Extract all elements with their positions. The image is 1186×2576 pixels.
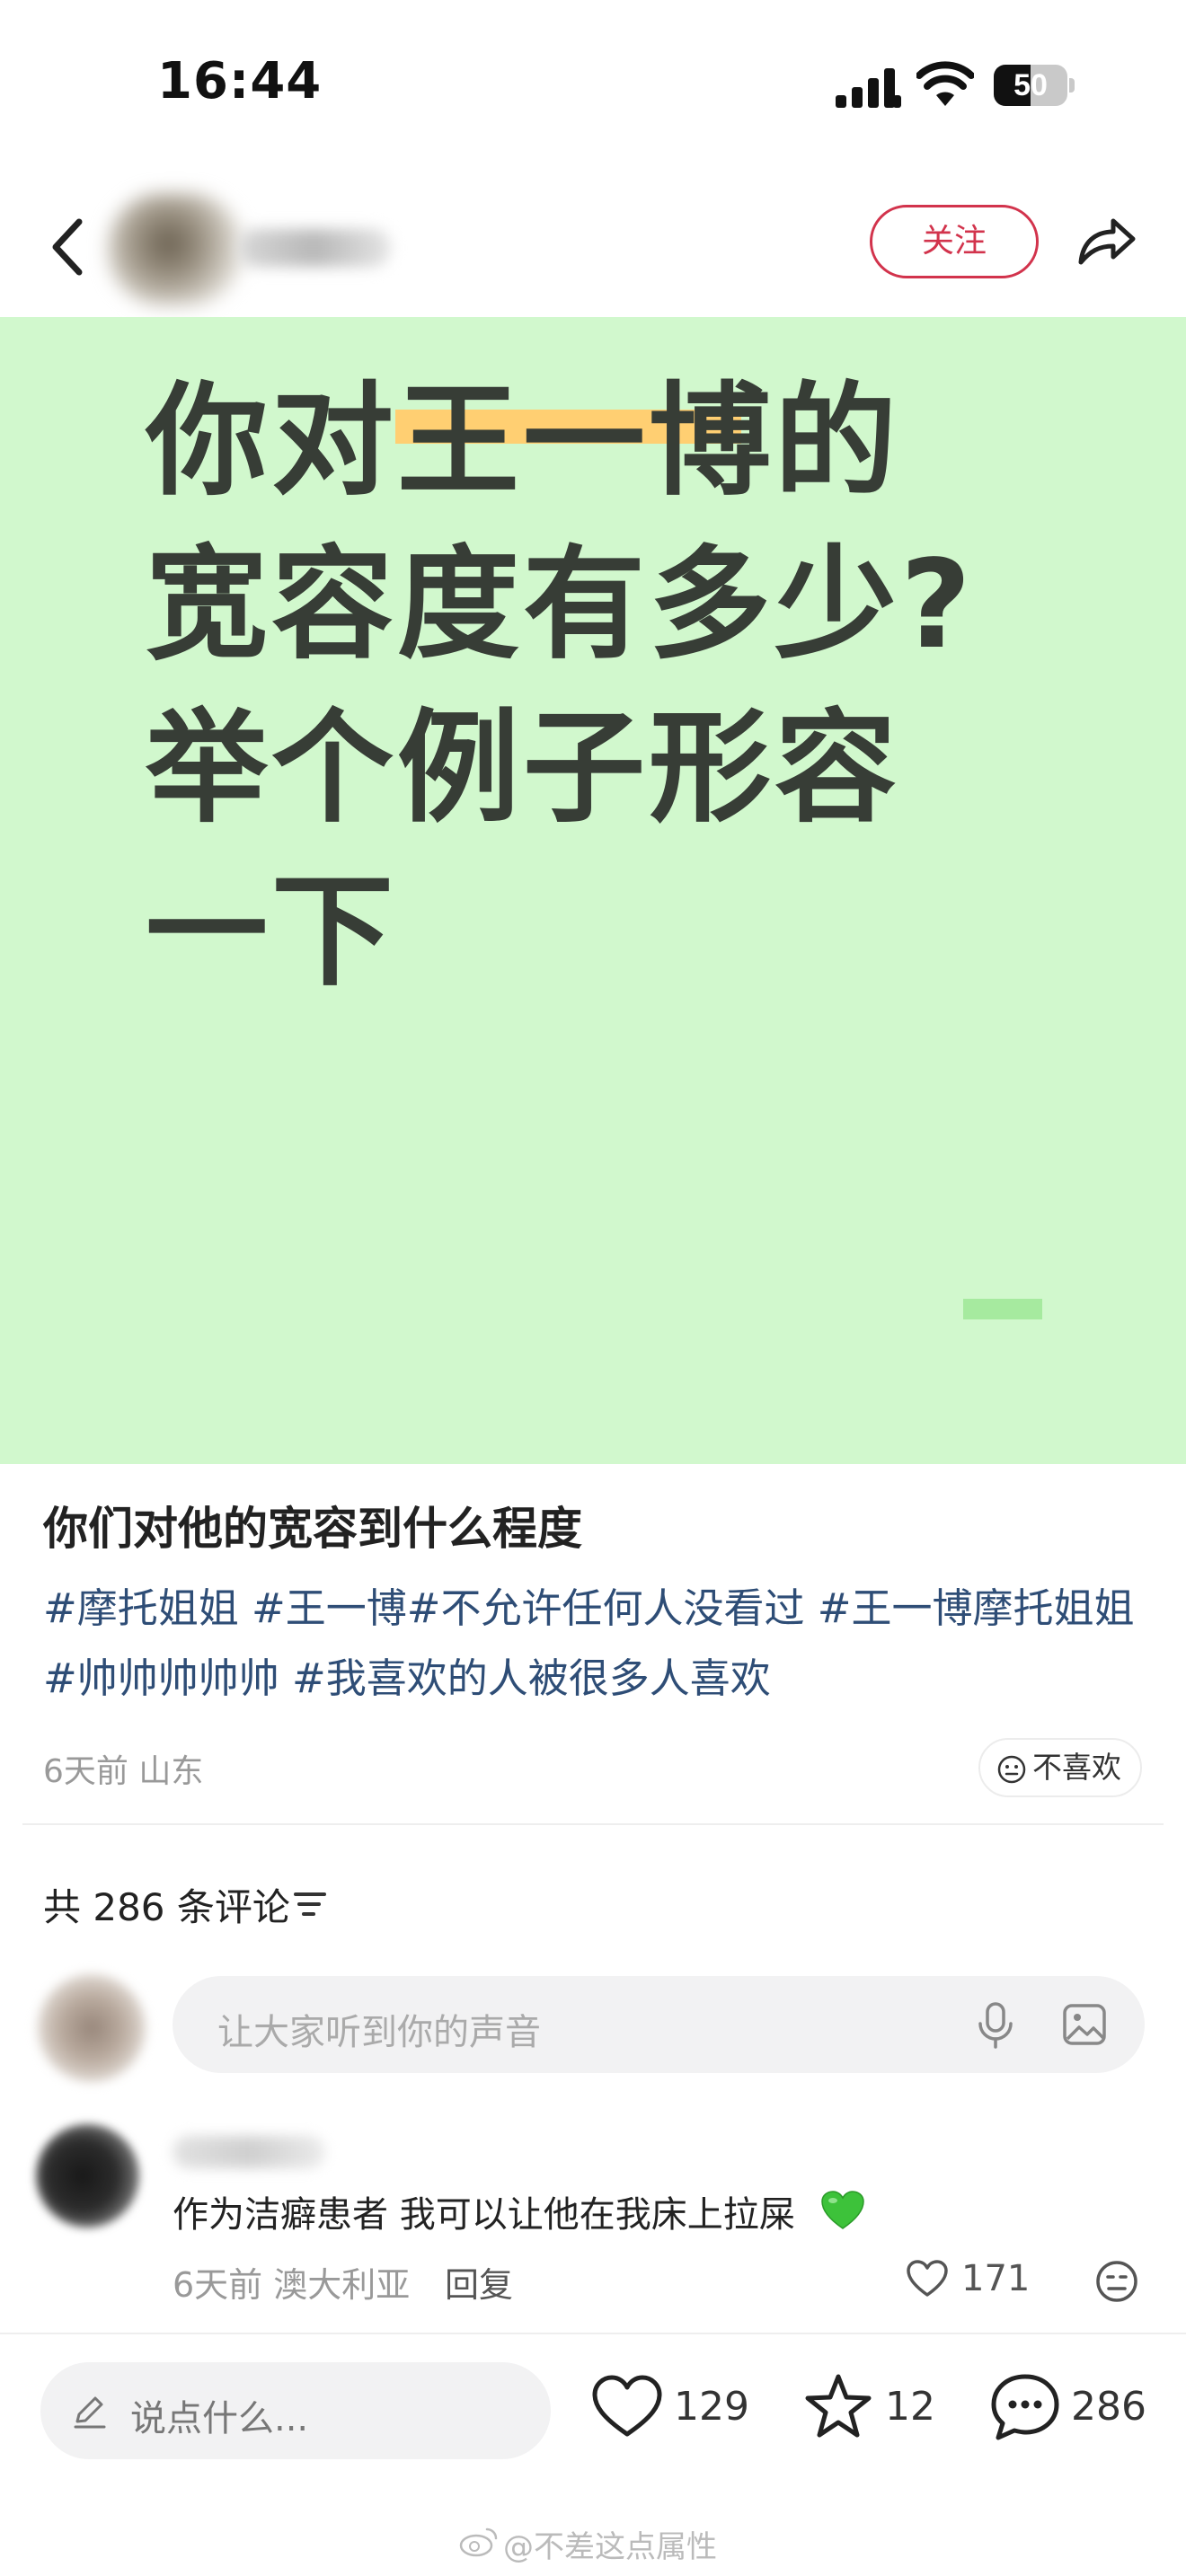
star-icon <box>805 2374 872 2438</box>
comment-like-heart-icon[interactable] <box>905 2258 950 2299</box>
pencil-icon <box>74 2396 106 2429</box>
battery-percent: 50 <box>1013 68 1048 102</box>
weibo-logo-icon <box>459 2527 498 2557</box>
reply-button[interactable]: 回复 <box>445 2257 513 2307</box>
favorite-count: 12 <box>885 2384 935 2430</box>
comment-like-count: 171 <box>961 2258 1031 2299</box>
dislike-label: 不喜欢 <box>1032 1750 1121 1785</box>
tag-link[interactable]: #王一博 <box>252 1584 407 1632</box>
battery-icon: 50 <box>994 65 1075 106</box>
comment-total: 286 <box>1071 2384 1146 2430</box>
post-tags: #摩托姐姐 #王一博#不允许任何人没看过 #王一博摩托姐姐 #帅帅帅帅帅 #我喜… <box>43 1574 1148 1714</box>
cover-text-line-2: 宽容度有多少? <box>146 534 975 676</box>
post-title: 你们对他的宽容到什么程度 <box>43 1503 582 1555</box>
cellular-signal-icon <box>836 68 901 108</box>
bottom-input-placeholder: 说点什么... <box>130 2398 309 2439</box>
tag-link[interactable]: #王一博摩托姐姐 <box>818 1584 1135 1632</box>
follow-button[interactable]: 关注 <box>870 205 1039 278</box>
cover-text-line-1: 你对王一博的 <box>146 371 900 513</box>
comment-text: 作为洁癖患者 我可以让他在我床上拉屎 <box>173 2194 795 2236</box>
divider <box>22 1823 1164 1825</box>
green-heart-emoji-icon <box>821 2191 864 2229</box>
image-icon[interactable] <box>1062 2003 1107 2046</box>
author-avatar[interactable] <box>108 193 243 305</box>
like-count: 129 <box>674 2384 749 2430</box>
status-bar: 16:44 50 <box>0 0 1186 171</box>
author-name-blurred[interactable] <box>238 229 391 267</box>
comment-button[interactable]: 286 <box>988 2371 1150 2443</box>
share-icon[interactable] <box>1072 207 1140 275</box>
neutral-face-icon[interactable] <box>1094 2259 1139 2304</box>
commenter-name-blurred[interactable] <box>173 2136 325 2168</box>
neutral-face-icon <box>997 1755 1026 1784</box>
heart-icon <box>592 2375 662 2437</box>
tag-link[interactable]: #摩托姐姐 <box>43 1584 239 1632</box>
comment-count: 共 286 条评论 <box>43 1885 290 1929</box>
tag-link[interactable]: #帅帅帅帅帅 <box>43 1654 279 1702</box>
status-time: 16:44 <box>157 52 323 110</box>
commenter-avatar[interactable] <box>36 2124 139 2228</box>
wifi-icon <box>916 61 974 106</box>
comment-bubble-icon <box>991 2374 1059 2440</box>
tag-link[interactable]: #我喜欢的人被很多人喜欢 <box>292 1654 771 1702</box>
my-avatar <box>38 1974 146 2082</box>
sort-filter-icon[interactable] <box>292 1889 328 1919</box>
bottom-comment-input[interactable]: 说点什么... <box>40 2362 551 2459</box>
dislike-button[interactable]: 不喜欢 <box>978 1738 1142 1797</box>
post-header: 关注 <box>0 180 1186 314</box>
watermark-text: @不差这点属性 <box>503 2529 717 2565</box>
post-cover-image[interactable]: 你对王一博的 宽容度有多少? 举个例子形容 一下 <box>0 317 1186 1464</box>
tag-link[interactable]: #不允许任何人没看过 <box>407 1584 805 1632</box>
post-meta: 6天前 山东 <box>43 1753 204 1790</box>
comment-input[interactable]: 让大家听到你的声音 <box>173 1976 1145 2073</box>
comment-meta: 6天前 澳大利亚 <box>173 2265 411 2305</box>
image-indicator <box>963 1299 1042 1319</box>
favorite-button[interactable]: 12 <box>802 2371 935 2443</box>
cover-text-line-3: 举个例子形容 <box>146 698 900 840</box>
like-button[interactable]: 129 <box>591 2371 749 2443</box>
back-arrow-icon[interactable] <box>45 211 90 283</box>
microphone-icon[interactable] <box>975 2001 1016 2050</box>
divider <box>0 2333 1186 2334</box>
cover-text-line-4: 一下 <box>146 861 397 1003</box>
comment-input-placeholder: 让大家听到你的声音 <box>217 2012 541 2053</box>
